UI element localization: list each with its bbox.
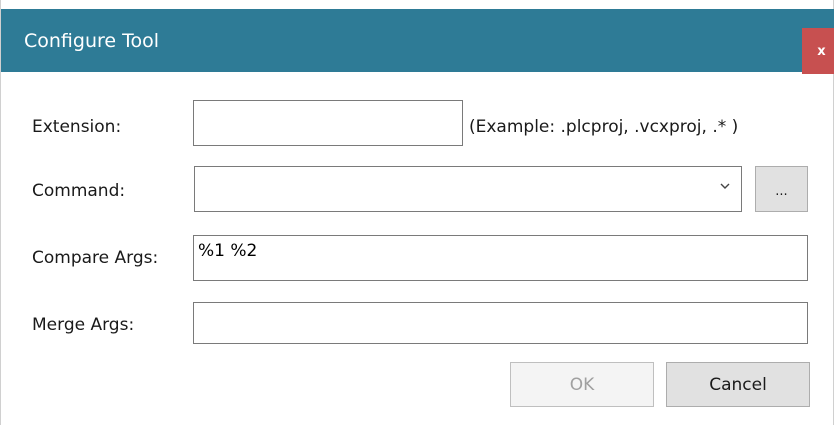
merge-args-input[interactable] bbox=[193, 302, 808, 344]
chevron-down-icon[interactable] bbox=[719, 180, 731, 192]
browse-button[interactable]: ... bbox=[755, 166, 808, 212]
close-icon: x bbox=[817, 43, 826, 59]
extension-label: Extension: bbox=[32, 117, 122, 137]
compare-args-input[interactable]: %1 %2 bbox=[193, 235, 808, 281]
command-combobox[interactable] bbox=[194, 166, 742, 212]
extension-example-hint: (Example: .plcproj, .vcxproj, .* ) bbox=[469, 117, 739, 137]
ok-button[interactable]: OK bbox=[510, 362, 654, 407]
command-label: Command: bbox=[32, 181, 126, 201]
configure-tool-dialog: Configure Tool x Extension: (Example: .p… bbox=[0, 0, 834, 425]
window-title: Configure Tool bbox=[24, 30, 160, 52]
cancel-button[interactable]: Cancel bbox=[666, 362, 810, 407]
cancel-button-label: Cancel bbox=[709, 374, 767, 395]
compare-args-label: Compare Args: bbox=[32, 248, 159, 268]
close-button[interactable]: x bbox=[802, 28, 834, 74]
browse-button-label: ... bbox=[775, 183, 788, 199]
extension-input[interactable] bbox=[193, 100, 463, 146]
merge-args-label: Merge Args: bbox=[32, 315, 135, 335]
ok-button-label: OK bbox=[569, 374, 595, 395]
title-bar[interactable]: Configure Tool x bbox=[1, 9, 834, 74]
